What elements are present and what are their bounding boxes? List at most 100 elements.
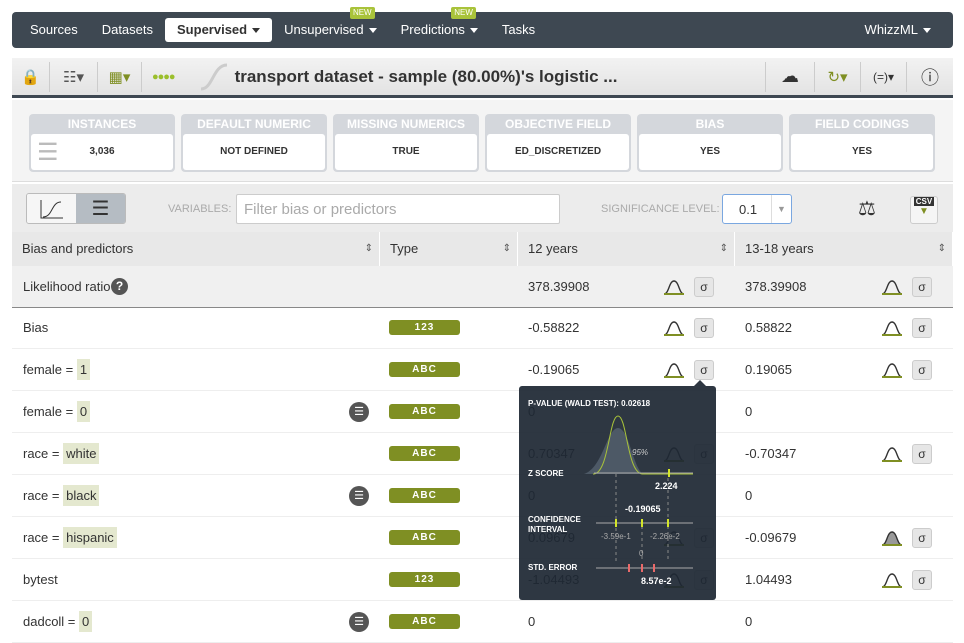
distribution-icon[interactable] [881,361,903,379]
nav-datasets[interactable]: Datasets [90,18,165,42]
balance-scale-icon[interactable]: ⚖ [858,196,876,221]
sigma-button[interactable]: σ [694,318,714,338]
value-12-years: 0 [528,614,536,629]
nav-predictions[interactable]: Predictions NEW [389,7,490,42]
sigma-button[interactable]: σ [912,318,932,338]
distribution-icon[interactable] [663,361,685,379]
sort-icon[interactable]: ⇕ [365,232,373,266]
value-13-18-years: -0.09679 [745,530,797,545]
lock-icon[interactable]: 🔒 [12,61,50,92]
column-header[interactable]: 13-18 years ⇕ [735,232,953,266]
tree-menu-icon[interactable]: ☷▾ [50,61,98,92]
filter-sliders-icon[interactable]: ☰ [349,612,369,632]
predictor-name: bytest [23,572,58,587]
stat-value: ED_DISCRETIZED [487,134,629,170]
nav-supervised[interactable]: Supervised [165,18,273,42]
distribution-icon[interactable] [881,445,903,463]
view-toggle[interactable]: ☰ [26,193,126,224]
nav-sources[interactable]: Sources [18,18,90,42]
info-icon[interactable]: ⓘ [907,62,953,92]
nav-whizzml[interactable]: WhizzML [853,18,943,42]
stat-label: INSTANCES [67,117,137,131]
new-badge: NEW [349,7,375,19]
ci-low: -3.59e-1 [601,532,631,541]
sort-icon[interactable]: ⇕ [503,232,511,266]
value-13-18-years: 0.58822 [745,320,792,335]
download-cloud-icon[interactable]: ☁ [765,61,815,92]
stat-label: BIAS [695,117,725,131]
sigma-button[interactable]: σ [912,360,932,380]
predict-menu-icon[interactable]: (=)▾ [861,61,907,92]
sigma-button[interactable]: σ [694,277,714,297]
chevron-down-icon: ▼ [771,195,791,223]
stat-card: OBJECTIVE FIELD ED_DISCRETIZED [485,114,631,172]
table-row: female = 1 ABC -0.19065 σ 0.19065 σ [12,349,953,391]
value-13-18-years: -0.70347 [745,446,797,461]
distribution-icon[interactable] [881,571,903,589]
field-codes-icon[interactable]: ▦▾ [98,61,142,92]
distribution-icon[interactable] [881,278,903,296]
action-menu-icon[interactable]: ↻▾ [815,61,861,92]
top-nav: Sources Datasets Supervised Unsupervised NEW… [12,7,953,48]
stat-label: MISSING NUMERICS [346,117,465,131]
column-header[interactable]: 12 years ⇕ [518,232,735,266]
sort-icon[interactable]: ⇕ [720,232,728,266]
caret-down-icon [252,28,261,34]
variables-filter-input[interactable]: Filter bias or predictors [236,194,560,224]
ci-label-1: CONFIDENCE [528,515,581,524]
predictor-name: female = [23,362,77,377]
stats-tooltip: P-VALUE (WALD TEST): 0.02618 95% Z SCORE… [519,380,716,600]
sort-icon[interactable]: ⇕ [938,232,946,266]
filter-sliders-icon[interactable]: ☰ [349,486,369,506]
likelihood-row: Likelihood ratio? 378.39908 σ 378.39908 σ [12,266,953,308]
value-13-18-years: 378.39908 [745,279,807,294]
predictor-value: white [63,443,100,464]
distribution-icon[interactable] [881,529,903,547]
ci-label-2: INTERVAL [528,525,568,534]
nav-unsupervised[interactable]: Unsupervised NEW [272,7,389,42]
distribution-icon[interactable] [881,319,903,337]
page-title: transport dataset - sample (80.00%)'s lo… [234,66,618,86]
value-13-18-years: 0.19065 [745,362,792,377]
predictor-name: race = [23,488,64,503]
table-row: Bias 123 -0.58822 σ 0.58822 σ [12,307,953,349]
sigma-button[interactable]: σ [912,277,932,297]
csv-download-button[interactable]: CSV ▼ [910,196,938,224]
help-icon[interactable]: ? [111,278,128,295]
distribution-icon[interactable] [663,319,685,337]
table-row: bytest123-1.04493σ1.04493σ [12,559,953,601]
filter-sliders-icon[interactable]: ☰ [349,402,369,422]
type-badge: 123 [389,572,460,587]
sigma-button[interactable]: σ [912,528,932,548]
predictor-value: black [63,485,100,506]
sigma-button[interactable]: σ [694,360,714,380]
stat-value: TRUE [335,134,477,170]
nav-tasks[interactable]: Tasks [490,18,547,42]
nav-label: Tasks [501,22,536,37]
significance-select[interactable]: 0.1 ▼ [722,194,792,224]
new-badge: NEW [451,7,476,19]
predictor-name: female = [23,404,77,419]
likelihood-label: Likelihood ratio [23,279,111,294]
table-header: Bias and predictors ⇕ Type ⇕ 12 years ⇕ 13-18 … [12,232,953,266]
stat-card: MISSING NUMERICS TRUE [333,114,479,172]
sigma-button[interactable]: σ [912,444,932,464]
column-header[interactable]: Bias and predictors ⇕ [12,232,380,266]
type-badge: ABC [389,614,460,629]
column-title: 13-18 years [745,241,814,256]
controls-bar: ☰ VARIABLES: Filter bias or predictors S… [12,184,953,232]
value-13-18-years: 1.04493 [745,572,792,587]
variables-label: VARIABLES: [168,203,232,215]
stat-card: FIELD CODINGS YES [789,114,935,172]
distribution-icon[interactable] [663,278,685,296]
value-12-years: 378.39908 [528,279,590,294]
column-header[interactable]: Type ⇕ [380,232,518,266]
type-badge: ABC [389,488,460,503]
list-icon[interactable]: ☰ [37,138,59,167]
summary-stats: INSTANCES 3,036 ☰ DEFAULT NUMERIC NOT DEFINE… [12,100,953,182]
stat-label: DEFAULT NUMERIC [197,117,311,131]
table-view-button[interactable]: ☰ [76,194,125,223]
sigma-button[interactable]: σ [912,570,932,590]
ci-high: -2.26e-2 [650,532,680,541]
curve-view-button[interactable] [27,194,76,223]
